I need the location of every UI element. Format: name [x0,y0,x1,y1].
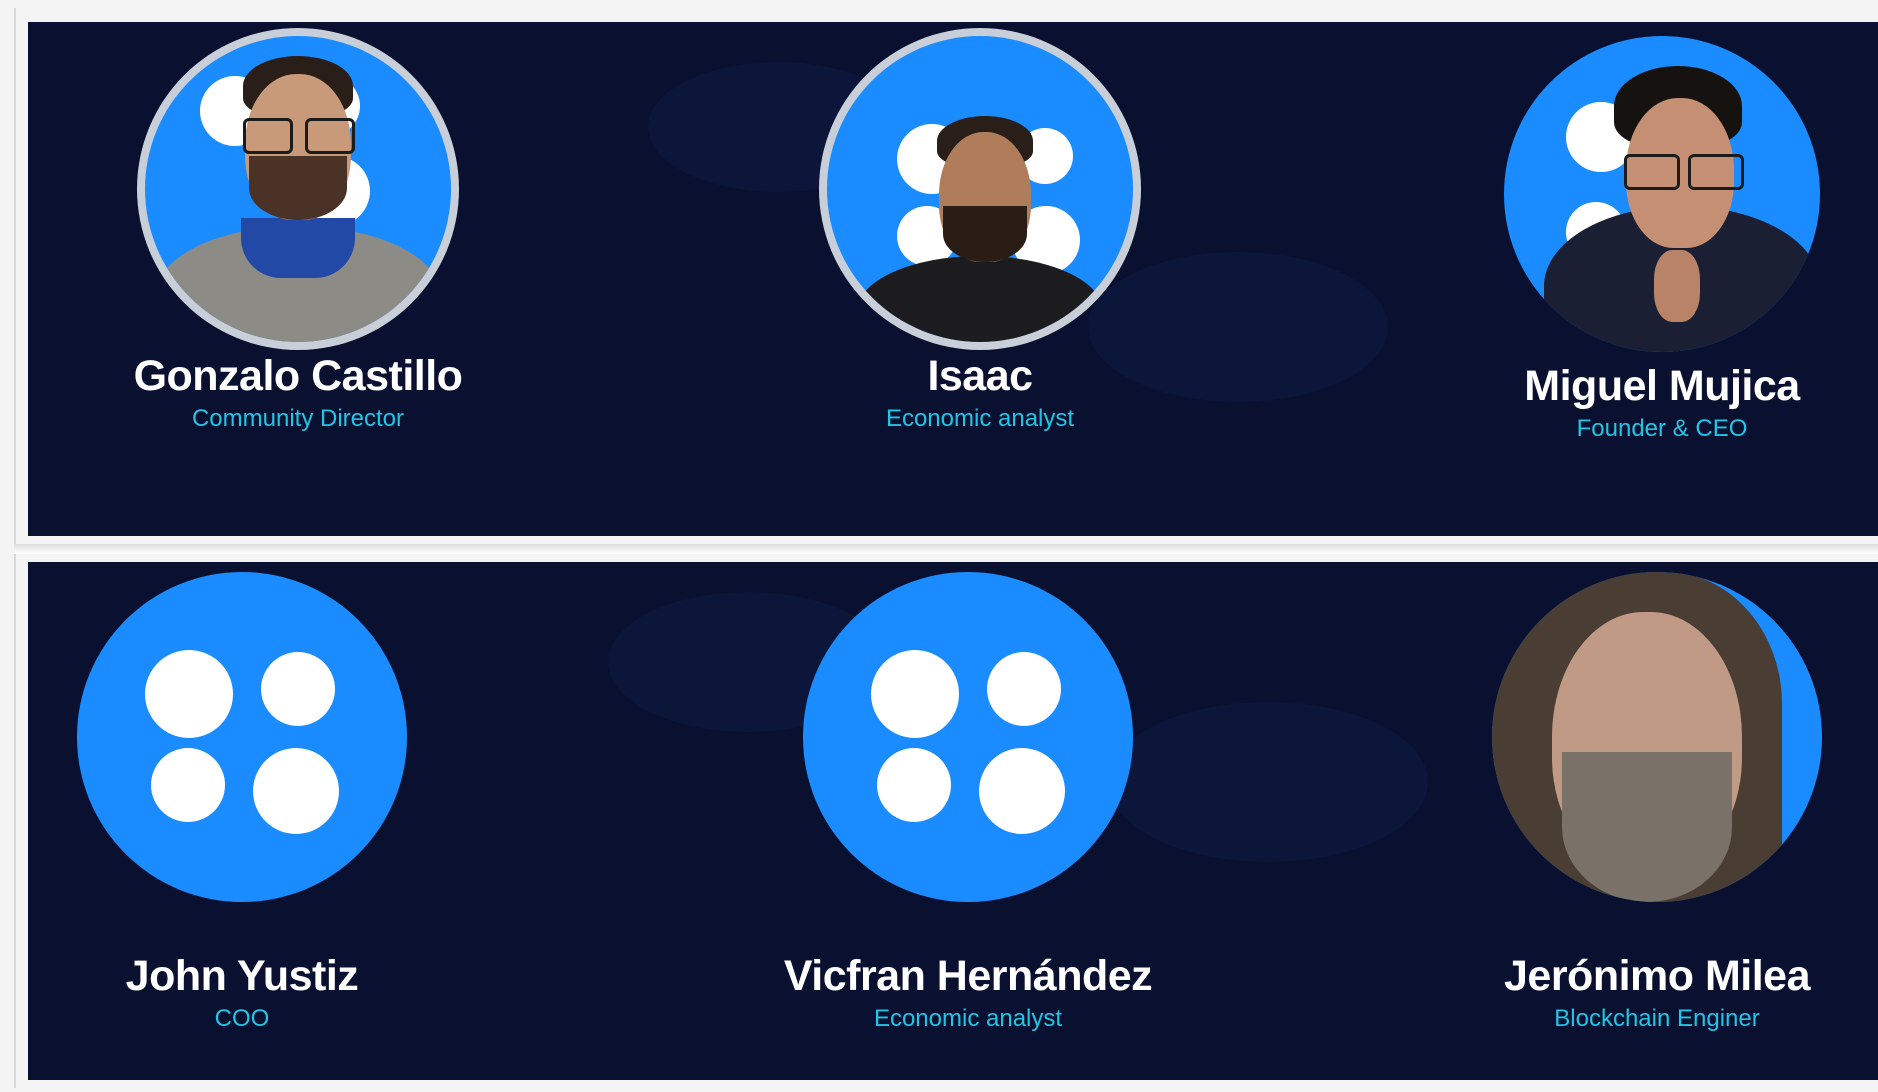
team-panel-top: Gonzalo Castillo Community Director Isaa… [28,22,1878,536]
avatar [827,36,1133,342]
team-member-card[interactable]: Vicfran Hernández Economic analyst [718,572,1218,1033]
member-name: Gonzalo Castillo [133,352,463,400]
avatar [77,572,407,902]
logo-four-dots-icon [803,572,1133,902]
row-divider [14,544,1878,554]
member-name: Vicfran Hernández [783,952,1153,1000]
logo-four-dots-icon [77,572,407,902]
team-member-card[interactable]: Isaac Economic analyst [770,36,1190,433]
team-panel-bottom: John Yustiz COO Vicfran Hernández Econom… [28,562,1878,1080]
team-member-card[interactable]: Miguel Mujica Founder & CEO [1452,36,1872,443]
page: Gonzalo Castillo Community Director Isaa… [0,0,1878,1092]
member-role: Economic analyst [873,1005,1063,1032]
team-member-card[interactable]: Jerónimo Milea Blockchain Enginer [1442,572,1872,1033]
member-name: Miguel Mujica [1524,362,1800,410]
member-role: COO [214,1005,270,1032]
member-name: Isaac [927,352,1033,400]
avatar [145,36,451,342]
team-member-card[interactable]: John Yustiz COO [42,572,442,1033]
member-name: John Yustiz [125,952,359,1000]
avatar [1504,36,1820,352]
member-role: Blockchain Enginer [1554,1005,1760,1032]
team-member-card[interactable]: Gonzalo Castillo Community Director [88,36,508,433]
member-name: Jerónimo Milea [1503,952,1811,1000]
avatar [1492,572,1822,902]
avatar [803,572,1133,902]
member-role: Economic analyst [885,405,1075,432]
member-role: Founder & CEO [1576,415,1748,442]
member-role: Community Director [191,405,405,432]
